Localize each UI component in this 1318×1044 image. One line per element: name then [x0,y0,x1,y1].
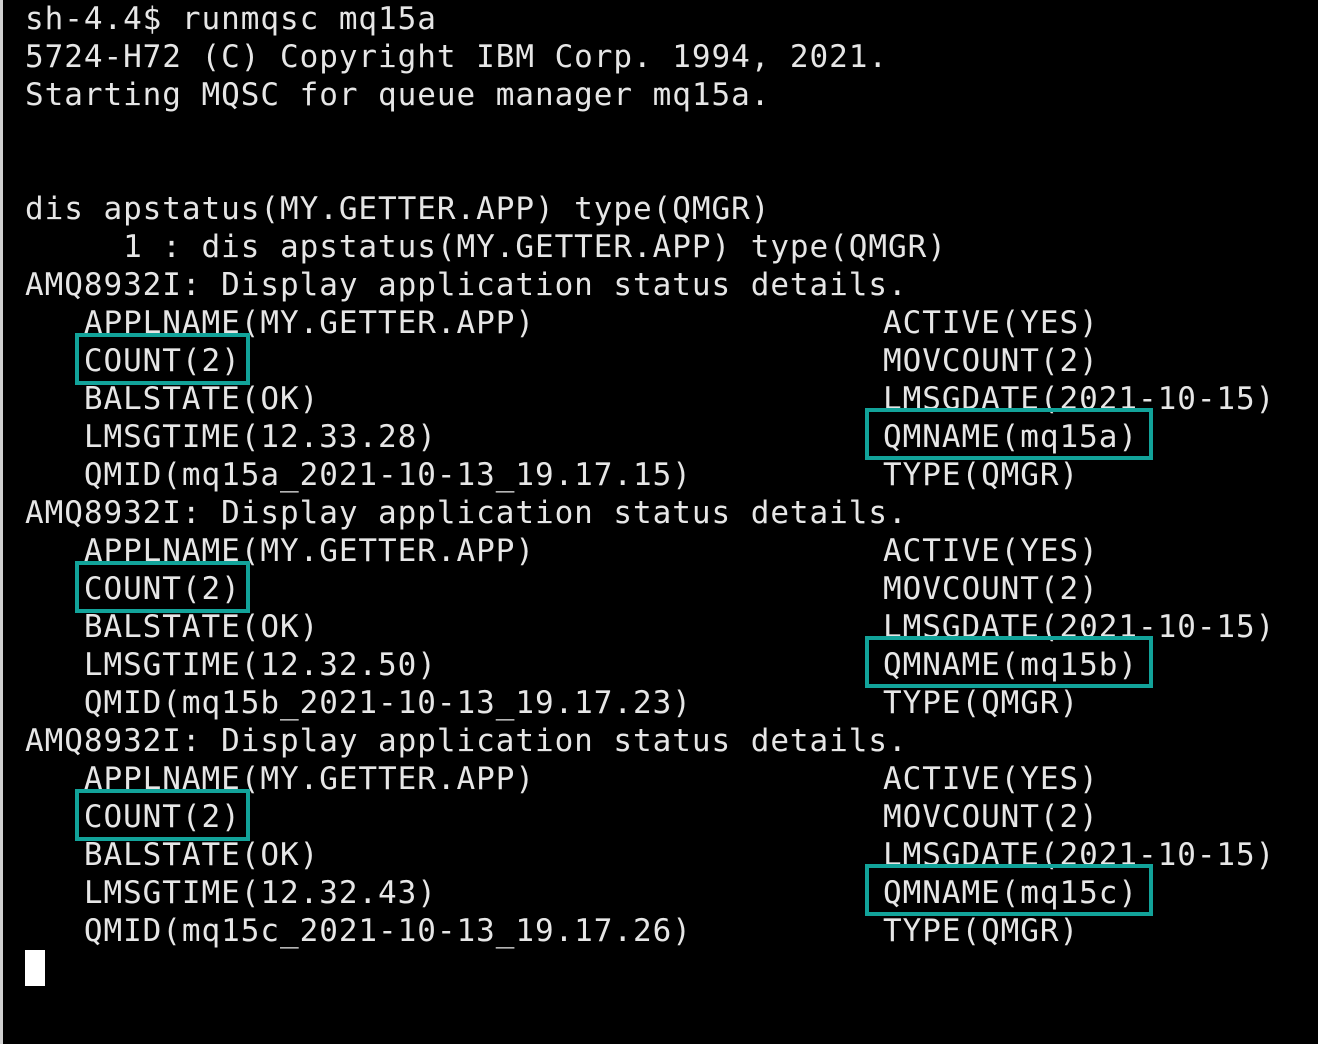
applname-attr: APPLNAME(MY.GETTER.APP) [25,305,535,341]
terminal-cursor [25,950,45,986]
balstate-attr: BALSTATE(OK) [25,381,320,417]
qmname-attr: QMNAME(mq15b) [883,647,1138,683]
qmid-attr: QMID(mq15b_2021-10-13_19.17.23) [25,685,692,721]
qmname-attr: QMNAME(mq15a) [883,419,1138,455]
lmsgdate-attr: LMSGDATE(2021-10-15) [883,381,1276,417]
status-message-line: AMQ8932I: Display application status det… [25,267,908,303]
lmsgdate-attr: LMSGDATE(2021-10-15) [883,837,1276,873]
count-attr: COUNT(2) [25,343,241,379]
status-message-line: AMQ8932I: Display application status det… [25,495,908,531]
command-line: dis apstatus(MY.GETTER.APP) type(QMGR) [25,191,771,227]
status-message-line: AMQ8932I: Display application status det… [25,723,908,759]
lmsgtime-attr: LMSGTIME(12.32.43) [25,875,437,911]
movcount-attr: MOVCOUNT(2) [883,799,1099,835]
qmid-attr: QMID(mq15a_2021-10-13_19.17.15) [25,457,692,493]
lmsgtime-attr: LMSGTIME(12.33.28) [25,419,437,455]
mqsc-start-line: Starting MQSC for queue manager mq15a. [25,77,771,113]
terminal-window[interactable]: sh-4.4$ runmqsc mq15a 5724-H72 (C) Copyr… [0,0,1318,1044]
active-attr: ACTIVE(YES) [883,761,1099,797]
balstate-attr: BALSTATE(OK) [25,837,320,873]
copyright-line: 5724-H72 (C) Copyright IBM Corp. 1994, 2… [25,39,888,75]
movcount-attr: MOVCOUNT(2) [883,343,1099,379]
count-attr: COUNT(2) [25,799,241,835]
applname-attr: APPLNAME(MY.GETTER.APP) [25,533,535,569]
lmsgdate-attr: LMSGDATE(2021-10-15) [883,609,1276,645]
type-attr: TYPE(QMGR) [883,457,1080,493]
type-attr: TYPE(QMGR) [883,913,1080,949]
applname-attr: APPLNAME(MY.GETTER.APP) [25,761,535,797]
balstate-attr: BALSTATE(OK) [25,609,320,645]
active-attr: ACTIVE(YES) [883,305,1099,341]
shell-prompt-line: sh-4.4$ runmqsc mq15a [25,1,437,37]
active-attr: ACTIVE(YES) [883,533,1099,569]
movcount-attr: MOVCOUNT(2) [883,571,1099,607]
qmname-attr: QMNAME(mq15c) [883,875,1138,911]
command-echo-line: 1 : dis apstatus(MY.GETTER.APP) type(QMG… [25,229,947,265]
lmsgtime-attr: LMSGTIME(12.32.50) [25,647,437,683]
type-attr: TYPE(QMGR) [883,685,1080,721]
qmid-attr: QMID(mq15c_2021-10-13_19.17.26) [25,913,692,949]
count-attr: COUNT(2) [25,571,241,607]
